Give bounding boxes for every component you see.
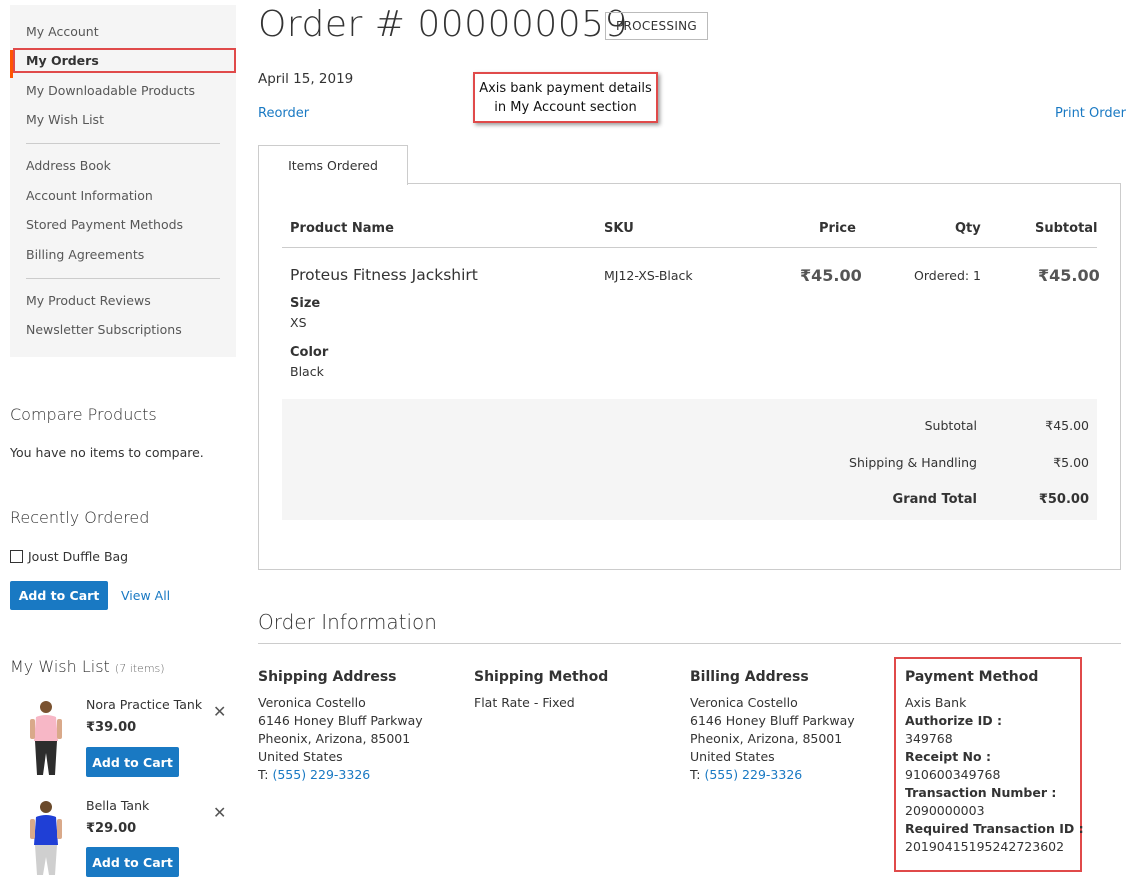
shipping-phone-line: T: (555) 229-3326 xyxy=(258,766,423,784)
billing-city: Pheonix, Arizona, 85001 xyxy=(690,731,843,746)
wishlist-add-to-cart-button[interactable]: Add to Cart xyxy=(86,847,179,877)
option-label-size: Size xyxy=(290,296,321,311)
required-transaction-id-label: Required Transaction ID : xyxy=(905,821,1084,836)
transaction-number-label: Transaction Number : xyxy=(905,785,1057,800)
nav-newsletter-subscriptions[interactable]: Newsletter Subscriptions xyxy=(26,322,182,337)
nav-account-information[interactable]: Account Information xyxy=(26,188,153,203)
option-value-size: XS xyxy=(290,315,307,330)
billing-street: 6146 Honey Bluff Parkway xyxy=(690,713,855,728)
shipping-name: Veronica Costello xyxy=(258,695,366,710)
wishlist-title: My Wish List (7 items) xyxy=(10,657,165,676)
shipping-country: United States xyxy=(258,749,343,764)
product-image-nora-tank[interactable] xyxy=(18,697,74,777)
order-date: April 15, 2019 xyxy=(258,71,354,87)
wishlist-title-text: My Wish List xyxy=(10,657,110,676)
billing-address-title: Billing Address xyxy=(690,669,809,685)
col-header-price: Price xyxy=(819,221,856,236)
recently-ordered-add-to-cart-button[interactable]: Add to Cart xyxy=(10,581,108,610)
product-qty: Ordered: 1 xyxy=(914,268,982,283)
billing-phone-line: T: (555) 229-3326 xyxy=(690,766,855,784)
order-information-title: Order Information xyxy=(258,610,437,634)
phone-prefix: T: xyxy=(690,767,705,782)
annotation-line: Axis bank payment details xyxy=(479,81,652,96)
nav-downloadable-products[interactable]: My Downloadable Products xyxy=(26,83,195,98)
col-header-product-name: Product Name xyxy=(290,221,394,236)
payment-method-block: Payment Method Axis Bank Authorize ID : … xyxy=(905,669,1084,856)
recently-ordered-item: Joust Duffle Bag xyxy=(10,549,128,564)
header-divider xyxy=(282,247,1097,248)
nav-wish-list[interactable]: My Wish List xyxy=(26,112,104,127)
phone-prefix: T: xyxy=(258,767,273,782)
highlight-box-my-orders xyxy=(13,48,236,73)
wishlist-add-to-cart-button[interactable]: Add to Cart xyxy=(86,747,179,777)
recently-ordered-title: Recently Ordered xyxy=(10,508,150,527)
totals-subtotal-value: ₹45.00 xyxy=(1045,418,1089,433)
wishlist-count: (7 items) xyxy=(114,662,165,675)
recently-ordered-checkbox[interactable] xyxy=(10,550,23,563)
col-header-qty: Qty xyxy=(955,221,981,236)
billing-address-block: Billing Address Veronica Costello 6146 H… xyxy=(690,669,855,784)
compare-empty-text: You have no items to compare. xyxy=(10,445,204,460)
transaction-number-value: 2090000003 xyxy=(905,803,985,818)
wishlist-item-price: ₹39.00 xyxy=(86,720,137,735)
col-header-subtotal: Subtotal xyxy=(1035,221,1098,236)
annotation-callout: Axis bank payment details in My Account … xyxy=(473,72,658,123)
print-order-link[interactable]: Print Order xyxy=(1055,106,1126,121)
page-title: Order # 000000059 xyxy=(258,4,628,45)
nav-stored-payment-methods[interactable]: Stored Payment Methods xyxy=(26,217,183,232)
shipping-address-block: Shipping Address Veronica Costello 6146 … xyxy=(258,669,423,784)
nav-address-book[interactable]: Address Book xyxy=(26,158,111,173)
shipping-city: Pheonix, Arizona, 85001 xyxy=(258,731,411,746)
close-icon[interactable]: ✕ xyxy=(213,803,226,822)
option-label-color: Color xyxy=(290,345,329,360)
shipping-phone-link[interactable]: (555) 229-3326 xyxy=(272,767,370,782)
product-price: ₹45.00 xyxy=(800,266,862,285)
receipt-no-label: Receipt No : xyxy=(905,749,991,764)
billing-phone-link[interactable]: (555) 229-3326 xyxy=(704,767,802,782)
shipping-method-value: Flat Rate - Fixed xyxy=(474,695,575,710)
authorize-id-label: Authorize ID : xyxy=(905,713,1002,728)
compare-title: Compare Products xyxy=(10,405,157,424)
receipt-no-value: 910600349768 xyxy=(905,767,1001,782)
section-divider xyxy=(258,643,1121,644)
billing-country: United States xyxy=(690,749,775,764)
annotation-line: in My Account section xyxy=(494,100,637,115)
shipping-method-block: Shipping Method Flat Rate - Fixed xyxy=(474,669,608,712)
nav-billing-agreements[interactable]: Billing Agreements xyxy=(26,247,144,262)
wishlist-item-price: ₹29.00 xyxy=(86,821,137,836)
option-value-color: Black xyxy=(290,364,324,379)
authorize-id-value: 349768 xyxy=(905,731,953,746)
product-name: Proteus Fitness Jackshirt xyxy=(290,266,478,284)
view-all-link[interactable]: View All xyxy=(121,588,170,603)
nav-divider xyxy=(26,278,220,279)
recently-ordered-item-name: Joust Duffle Bag xyxy=(28,549,129,564)
wishlist-item-name[interactable]: Nora Practice Tank xyxy=(86,697,202,712)
required-transaction-id-value: 20190415195242723602 xyxy=(905,839,1065,854)
payment-method-name: Axis Bank xyxy=(905,695,967,710)
tab-items-ordered[interactable]: Items Ordered xyxy=(258,145,408,185)
close-icon[interactable]: ✕ xyxy=(213,702,226,721)
wishlist-item-name[interactable]: Bella Tank xyxy=(86,798,149,813)
totals-subtotal-label: Subtotal xyxy=(924,418,977,433)
totals-shipping-value: ₹5.00 xyxy=(1053,455,1089,470)
payment-method-title: Payment Method xyxy=(905,669,1039,685)
nav-my-account[interactable]: My Account xyxy=(26,24,99,39)
totals-grand-label: Grand Total xyxy=(892,492,977,507)
product-sku: MJ12-XS-Black xyxy=(604,268,693,283)
col-header-sku: SKU xyxy=(604,221,634,236)
shipping-street: 6146 Honey Bluff Parkway xyxy=(258,713,423,728)
status-badge: PROCESSING xyxy=(605,12,709,40)
nav-product-reviews[interactable]: My Product Reviews xyxy=(26,293,151,308)
reorder-link[interactable]: Reorder xyxy=(258,106,309,121)
totals-shipping-label: Shipping & Handling xyxy=(849,455,977,470)
billing-name: Veronica Costello xyxy=(690,695,798,710)
totals-grand-value: ₹50.00 xyxy=(1038,492,1089,507)
shipping-address-title: Shipping Address xyxy=(258,669,397,685)
nav-divider xyxy=(26,143,220,144)
shipping-method-title: Shipping Method xyxy=(474,669,609,685)
order-totals: Subtotal ₹45.00 Shipping & Handling ₹5.0… xyxy=(282,399,1097,520)
product-image-bella-tank[interactable] xyxy=(18,797,74,877)
product-subtotal: ₹45.00 xyxy=(1038,266,1100,285)
